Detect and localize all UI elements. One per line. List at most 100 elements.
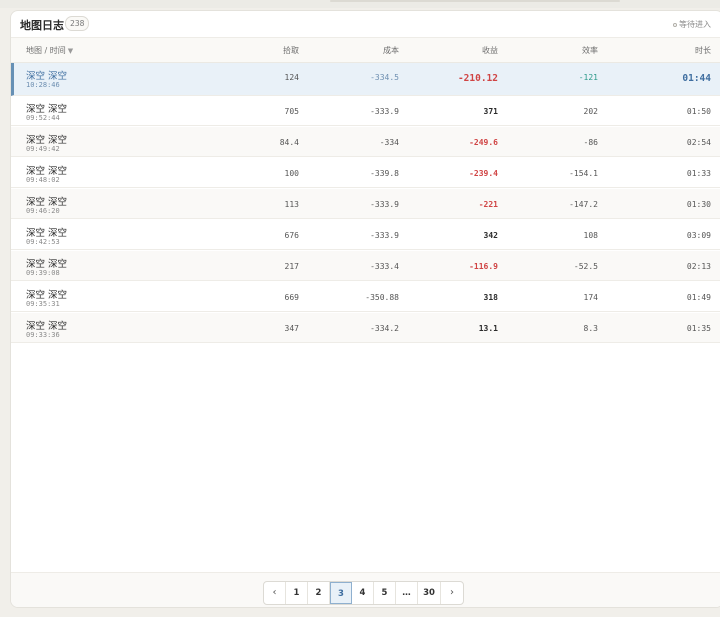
pick-value: 217 <box>284 262 299 271</box>
table-row[interactable]: 深空 深空 09:52:44 705 -333.9 371 202 01:50 <box>11 96 720 126</box>
duration-value: 01:33 <box>686 169 711 178</box>
map-name: 深空 深空 <box>26 104 68 115</box>
duration-value: 01:50 <box>686 107 711 116</box>
map-name: 深空 深空 <box>26 135 68 146</box>
map-name: 深空 深空 <box>26 166 68 177</box>
gain-value: -221 <box>478 200 498 209</box>
duration-value: 01:30 <box>686 200 711 209</box>
map-name: 深空 深空 <box>26 197 68 208</box>
pick-value: 669 <box>284 293 299 302</box>
map-name: 深空 深空 <box>26 321 68 332</box>
duration-value: 02:13 <box>686 262 711 271</box>
map-time: 09:39:08 <box>26 269 60 277</box>
gain-value: -249.6 <box>469 138 498 147</box>
pagination-footer: ‹ 1 2 3 4 5 … 30 › <box>11 572 720 607</box>
table-row[interactable]: 深空 深空 09:35:31 669 -350.88 318 174 01:49 <box>11 282 720 312</box>
map-name: 深空 深空 <box>26 259 68 270</box>
gain-value: -210.12 <box>457 73 498 84</box>
efficiency-value: 108 <box>583 231 598 240</box>
efficiency-value: 202 <box>583 107 598 116</box>
chevron-left-icon[interactable]: ‹ <box>264 582 286 604</box>
duration-value: 01:44 <box>682 73 711 84</box>
page-button[interactable]: 30 <box>418 582 441 604</box>
gain-value: 371 <box>483 107 498 116</box>
page-button-current[interactable]: 3 <box>330 582 352 604</box>
card-title: 地图日志 <box>20 19 64 32</box>
table-header: 地图 / 时间 ▼ 拾取 成本 收益 效率 时长 <box>11 38 720 63</box>
column-header-pick[interactable]: 拾取 <box>283 45 299 56</box>
cost-value: -333.9 <box>370 107 399 116</box>
gain-value: -116.9 <box>469 262 498 271</box>
map-time: 09:46:20 <box>26 207 60 215</box>
pick-value: 113 <box>284 200 299 209</box>
page-button[interactable]: 4 <box>352 582 374 604</box>
cost-value: -350.88 <box>365 293 399 302</box>
cost-value: -334.2 <box>370 324 399 333</box>
pick-value: 347 <box>284 324 299 333</box>
card-header: 地图日志 238 等待进入 <box>11 11 720 38</box>
cost-value: -339.8 <box>370 169 399 178</box>
map-name: 深空 深空 <box>26 71 68 82</box>
map-time: 09:35:31 <box>26 300 60 308</box>
column-label: 地图 / 时间 <box>26 46 66 55</box>
map-time: 09:48:02 <box>26 176 60 184</box>
cost-value: -334.5 <box>370 73 399 82</box>
column-header-efficiency[interactable]: 效率 <box>582 45 598 56</box>
duration-value: 01:35 <box>686 324 711 333</box>
map-name: 深空 深空 <box>26 290 68 301</box>
pick-value: 84.4 <box>279 138 299 147</box>
map-log-card: 地图日志 238 等待进入 地图 / 时间 ▼ 拾取 成本 收益 效率 时长 深空… <box>10 10 720 608</box>
pagination: ‹ 1 2 3 4 5 … 30 › <box>263 581 464 605</box>
cost-value: -334 <box>379 138 399 147</box>
page-button[interactable]: 5 <box>374 582 396 604</box>
pick-value: 676 <box>284 231 299 240</box>
map-time: 09:42:53 <box>26 238 60 246</box>
gain-value: -239.4 <box>469 169 498 178</box>
top-strip-segment <box>330 0 620 2</box>
chevron-right-icon[interactable]: › <box>441 582 463 604</box>
map-time: 09:49:42 <box>26 145 60 153</box>
cost-value: -333.9 <box>370 231 399 240</box>
efficiency-value: -86 <box>583 138 598 147</box>
gain-value: 318 <box>483 293 498 302</box>
column-header-duration[interactable]: 时长 <box>695 45 711 56</box>
pagination-ellipsis: … <box>396 582 418 604</box>
pick-value: 124 <box>284 73 299 82</box>
efficiency-value: 174 <box>583 293 598 302</box>
gain-value: 342 <box>483 231 498 240</box>
duration-value: 03:09 <box>686 231 711 240</box>
efficiency-value: -154.1 <box>569 169 598 178</box>
table-row[interactable]: 深空 深空 09:48:02 100 -339.8 -239.4 -154.1 … <box>11 158 720 188</box>
map-time: 09:33:36 <box>26 331 60 339</box>
circle-icon <box>673 22 677 27</box>
duration-value: 01:49 <box>686 293 711 302</box>
table-row[interactable]: 深空 深空 09:42:53 676 -333.9 342 108 03:09 <box>11 220 720 250</box>
table-row[interactable]: 深空 深空 09:39:08 217 -333.4 -116.9 -52.5 0… <box>11 251 720 281</box>
efficiency-value: -52.5 <box>573 262 598 271</box>
column-header-gain[interactable]: 收益 <box>482 45 498 56</box>
map-time: 10:28:46 <box>26 81 60 89</box>
sort-down-icon: ▼ <box>67 47 74 55</box>
efficiency-value: -121 <box>578 73 598 82</box>
pick-value: 100 <box>284 169 299 178</box>
column-header-cost[interactable]: 成本 <box>383 45 399 56</box>
column-header-map-time[interactable]: 地图 / 时间 ▼ <box>26 45 73 56</box>
cost-value: -333.9 <box>370 200 399 209</box>
top-strip <box>0 0 720 8</box>
gain-value: 13.1 <box>478 324 498 333</box>
count-badge: 238 <box>65 16 90 31</box>
map-time: 09:52:44 <box>26 114 60 122</box>
table-row[interactable]: 深空 深空 09:49:42 84.4 -334 -249.6 -86 02:5… <box>11 127 720 157</box>
table-row[interactable]: 深空 深空 09:46:20 113 -333.9 -221 -147.2 01… <box>11 189 720 219</box>
duration-value: 02:54 <box>686 138 711 147</box>
page-button[interactable]: 2 <box>308 582 330 604</box>
table-row[interactable]: 深空 深空 09:33:36 347 -334.2 13.1 8.3 01:35 <box>11 313 720 343</box>
cost-value: -333.4 <box>370 262 399 271</box>
status-text: 等待进入 <box>679 20 711 29</box>
pick-value: 705 <box>284 107 299 116</box>
status-indicator: 等待进入 <box>673 19 711 30</box>
page-button[interactable]: 1 <box>286 582 308 604</box>
efficiency-value: -147.2 <box>569 200 598 209</box>
efficiency-value: 8.3 <box>583 324 598 333</box>
table-row[interactable]: 深空 深空 10:28:46 124 -334.5 -210.12 -121 0… <box>11 63 720 96</box>
